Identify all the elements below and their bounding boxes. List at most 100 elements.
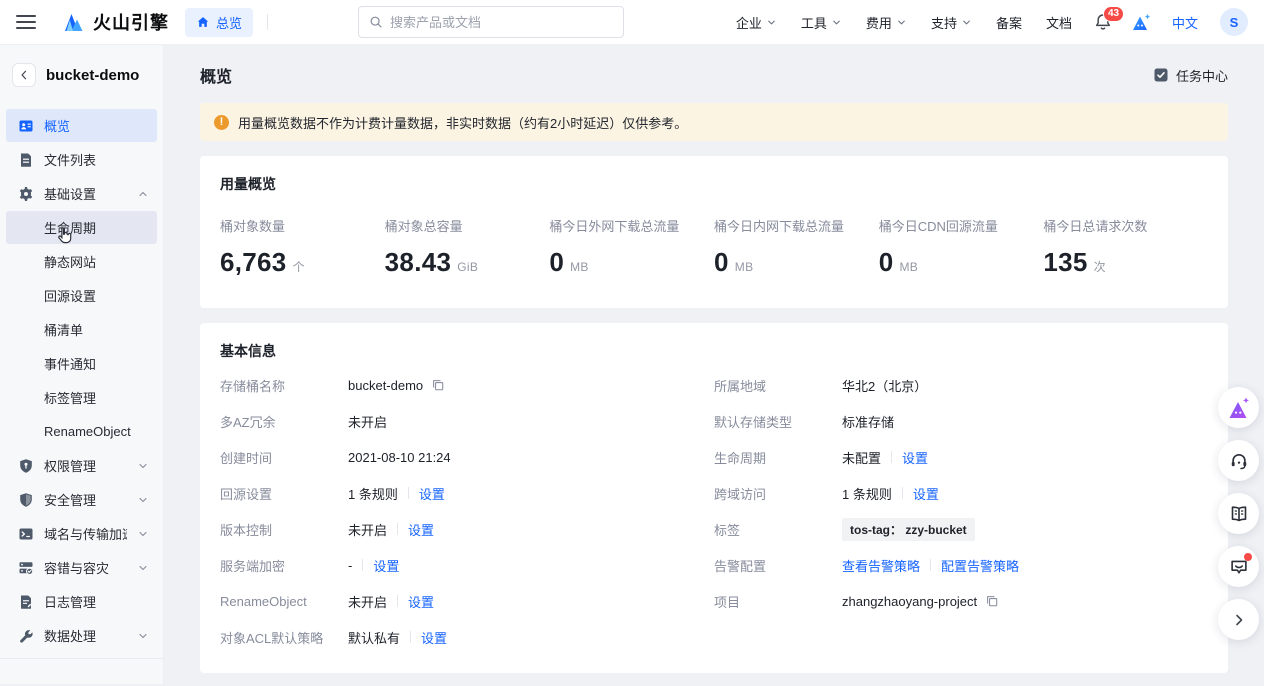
link-设置[interactable]: 设置	[421, 628, 447, 647]
sidebar-subitem-label: 静态网站	[44, 252, 96, 271]
info-label: 对象ACL默认策略	[220, 628, 348, 647]
home-icon	[196, 15, 210, 29]
bucket-name: bucket-demo	[46, 67, 139, 84]
nav-item-label: 企业	[736, 13, 762, 32]
link-divider	[408, 487, 409, 499]
info-row: 生命周期未配置设置	[714, 439, 1208, 475]
stat-value: 0MB	[879, 247, 1044, 278]
notifications-button[interactable]: 43	[1094, 13, 1112, 31]
link-divider	[410, 631, 411, 643]
sidebar-subitem-事件通知[interactable]: 事件通知	[6, 347, 157, 380]
info-label: 项目	[714, 592, 842, 611]
hamburger-menu-icon[interactable]	[16, 15, 36, 29]
sidebar-subitem-静态网站[interactable]: 静态网站	[6, 245, 157, 278]
sidebar-item-权限管理[interactable]: 权限管理	[6, 449, 157, 482]
nav-item-label: 工具	[801, 13, 827, 32]
info-value: 华北2（北京）	[842, 376, 927, 395]
stat-value: 38.43GiB	[385, 247, 550, 278]
copy-icon[interactable]	[431, 378, 445, 392]
info-value: 2021-08-10 21:24	[348, 450, 451, 465]
info-row: RenameObject未开启设置	[220, 583, 714, 619]
volcengine-logo[interactable]: 火山引擎	[62, 9, 169, 35]
back-button[interactable]	[12, 63, 36, 87]
info-row: 创建时间2021-08-10 21:24	[220, 439, 714, 475]
stat-unit: 次	[1094, 260, 1106, 274]
link-设置[interactable]: 设置	[419, 484, 445, 503]
sidebar-subitem-桶清单[interactable]: 桶清单	[6, 313, 157, 346]
search-input[interactable]	[390, 15, 613, 30]
nav-item-支持[interactable]: 支持	[931, 13, 972, 32]
ai-assistant-button[interactable]	[1218, 387, 1259, 428]
nav-item-文档[interactable]: 文档	[1046, 13, 1072, 32]
sidebar-subitem-RenameObject[interactable]: RenameObject	[6, 415, 157, 448]
global-search[interactable]	[358, 6, 624, 38]
stat-value: 0MB	[714, 247, 879, 278]
link-查看告警策略[interactable]: 查看告警策略	[842, 556, 920, 575]
sidebar-subitem-label: 标签管理	[44, 388, 96, 407]
sidebar-item-日志管理[interactable]: 日志管理	[6, 585, 157, 618]
usage-notice-banner: ! 用量概览数据不作为计费计量数据，非实时数据（约有2小时延迟）仅供参考。	[200, 103, 1228, 141]
sidebar-subitem-标签管理[interactable]: 标签管理	[6, 381, 157, 414]
sidebar-subitem-回源设置[interactable]: 回源设置	[6, 279, 157, 312]
security-shield-icon	[18, 492, 34, 508]
info-value: 默认私有	[348, 628, 400, 647]
info-label: 服务端加密	[220, 556, 348, 575]
link-设置[interactable]: 设置	[902, 448, 928, 467]
link-设置[interactable]: 设置	[913, 484, 939, 503]
nav-item-备案[interactable]: 备案	[996, 13, 1022, 32]
sidebar-item-基础设置[interactable]: 基础设置	[6, 177, 157, 210]
stat-value: 0MB	[549, 247, 714, 278]
tag-chip: tos-tag： zzy-bucket	[842, 518, 975, 541]
collapse-panel	[1231, 612, 1247, 628]
task-center-button[interactable]: 任务中心	[1153, 66, 1228, 85]
ai-assistant-icon[interactable]	[1130, 12, 1152, 32]
info-row: 回源设置1 条规则设置	[220, 475, 714, 511]
link-设置[interactable]: 设置	[408, 592, 434, 611]
info-label: 版本控制	[220, 520, 348, 539]
sidebar-item-label: 数据处理	[44, 626, 127, 645]
customer-support-button[interactable]	[1218, 440, 1259, 481]
task-center-label: 任务中心	[1176, 66, 1228, 85]
sidebar-item-label: 文件列表	[44, 150, 149, 169]
usage-card-title: 用量概览	[220, 174, 1208, 194]
info-value: 未开启	[348, 520, 387, 539]
log-file-icon	[18, 594, 34, 610]
sidebar-item-label: 域名与传输加速	[44, 524, 127, 543]
feedback-button[interactable]	[1218, 546, 1259, 587]
fault-tolerance-icon	[18, 560, 34, 576]
info-label: 回源设置	[220, 484, 348, 503]
sidebar-item-label: 日志管理	[44, 592, 149, 611]
usage-stat: 桶今日内网下载总流量 0MB	[714, 216, 879, 278]
copy-icon[interactable]	[985, 594, 999, 608]
user-avatar[interactable]: S	[1220, 8, 1248, 36]
collapse-panel-button[interactable]	[1218, 599, 1259, 640]
sidebar-item-label: 容错与容灾	[44, 558, 127, 577]
link-divider	[891, 451, 892, 463]
language-switch[interactable]: 中文	[1172, 13, 1198, 32]
stat-value: 135次	[1043, 247, 1208, 278]
sidebar-item-label: 基础设置	[44, 184, 127, 203]
caret-down-icon	[766, 17, 777, 28]
overview-icon	[18, 118, 34, 134]
link-设置[interactable]: 设置	[373, 556, 399, 575]
sidebar-item-文件列表[interactable]: 文件列表	[6, 143, 157, 176]
stat-label: 桶今日CDN回源流量	[879, 216, 1044, 235]
nav-item-企业[interactable]: 企业	[736, 13, 777, 32]
link-设置[interactable]: 设置	[408, 520, 434, 539]
documentation-button[interactable]	[1218, 493, 1259, 534]
sidebar-item-概览[interactable]: 概览	[6, 109, 157, 142]
info-value: 标准存储	[842, 412, 894, 431]
overview-home-button[interactable]: 总览	[185, 8, 253, 37]
sidebar-item-容错与容灾[interactable]: 容错与容灾	[6, 551, 157, 584]
link-配置告警策略[interactable]: 配置告警策略	[941, 556, 1019, 575]
sidebar-subitem-label: 回源设置	[44, 286, 96, 305]
nav-item-工具[interactable]: 工具	[801, 13, 842, 32]
basic-info-title: 基本信息	[220, 341, 1208, 361]
sidebar-item-域名与传输加速[interactable]: 域名与传输加速	[6, 517, 157, 550]
sidebar-subitem-生命周期[interactable]: 生命周期	[6, 211, 157, 244]
info-value: 未开启	[348, 592, 387, 611]
nav-item-费用[interactable]: 费用	[866, 13, 907, 32]
sidebar-item-安全管理[interactable]: 安全管理	[6, 483, 157, 516]
sidebar-subitem-label: 生命周期	[44, 218, 96, 237]
sidebar-item-数据处理[interactable]: 数据处理	[6, 619, 157, 652]
